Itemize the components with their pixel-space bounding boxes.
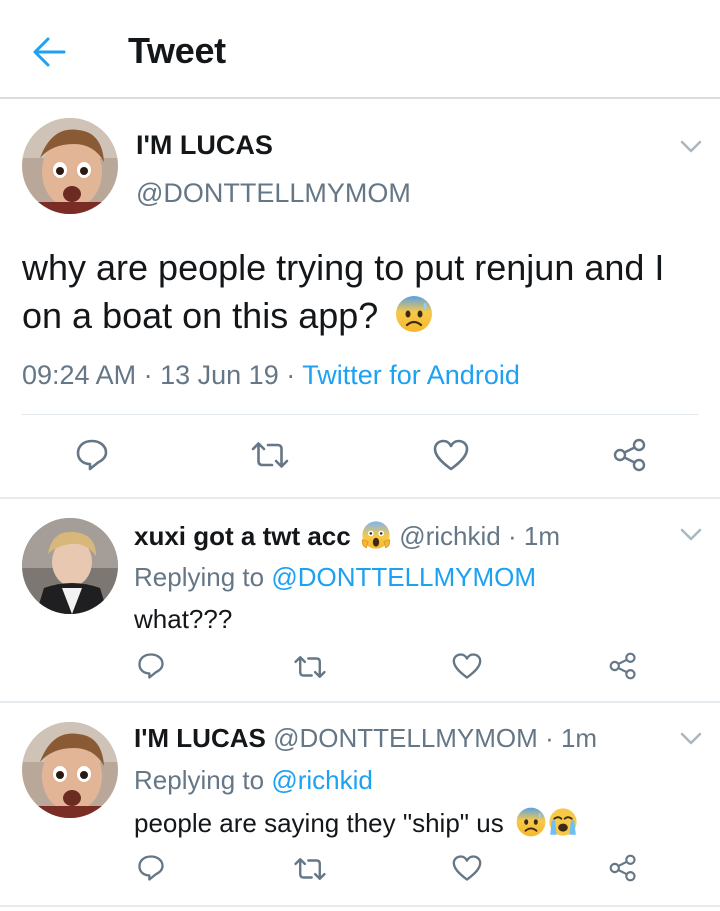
anxious-face-emoji-icon — [515, 806, 547, 845]
reply-age: 1m — [523, 521, 560, 551]
heart-icon — [452, 855, 482, 881]
author-name[interactable]: I'M LUCAS — [136, 130, 273, 161]
chevron-down-icon — [680, 140, 702, 153]
reply-button[interactable] — [136, 854, 166, 882]
reply-icon — [138, 855, 164, 881]
reply-author-name[interactable]: xuxi got a twt acc — [134, 521, 351, 551]
tweet-time: 09:24 AM — [22, 360, 137, 390]
avatar-image — [22, 722, 118, 818]
reply-icon — [76, 439, 108, 471]
like-button[interactable] — [432, 438, 470, 472]
tweet-menu-button[interactable] — [680, 140, 702, 154]
replying-to: Replying to @richkid — [134, 765, 373, 796]
screaming-face-emoji-icon — [360, 519, 392, 558]
meta-separator: · — [507, 521, 517, 551]
divider — [22, 414, 698, 415]
tweet-client-link[interactable]: Twitter for Android — [302, 360, 520, 390]
share-icon — [609, 854, 636, 882]
avatar-image — [22, 118, 118, 214]
retweet-icon — [294, 656, 326, 678]
top-bar: Tweet — [0, 0, 720, 99]
share-button[interactable] — [608, 652, 638, 680]
share-icon — [613, 438, 646, 472]
reply-avatar[interactable] — [22, 518, 118, 614]
retweet-button[interactable] — [293, 654, 327, 680]
reply-author-handle[interactable]: @DONTTELLMYMOM — [273, 723, 538, 753]
retweet-icon — [251, 442, 289, 468]
reply-text: what??? — [134, 604, 233, 634]
reply-button[interactable] — [136, 652, 166, 680]
like-button[interactable] — [451, 854, 483, 882]
tweet-meta: 09:24 AM · 13 Jun 19 · Twitter for Andro… — [22, 360, 520, 391]
crying-face-emoji-icon — [547, 806, 579, 845]
replying-to-label: Replying to — [134, 562, 265, 592]
reply-icon — [138, 653, 164, 679]
avatar-image — [22, 518, 118, 614]
tweet-text-content: why are people trying to put renjun and … — [22, 247, 665, 336]
reply-header: I'M LUCAS @DONTTELLMYMOM · 1m — [134, 723, 597, 754]
section-divider — [0, 497, 720, 499]
share-button[interactable] — [612, 438, 648, 472]
reply-age: 1m — [560, 723, 598, 753]
replying-to-handle[interactable]: @DONTTELLMYMOM — [271, 562, 536, 592]
replying-to-label: Replying to — [134, 765, 265, 795]
chevron-down-icon — [680, 732, 702, 745]
reply-menu-button[interactable] — [680, 528, 702, 542]
reply-button[interactable] — [74, 438, 110, 472]
replying-to: Replying to @DONTTELLMYMOM — [134, 562, 536, 593]
reply-menu-button[interactable] — [680, 732, 702, 746]
heart-icon — [452, 653, 482, 679]
reply-author-handle[interactable]: @richkid — [399, 521, 501, 551]
avatar[interactable] — [22, 118, 118, 214]
page-title: Tweet — [128, 30, 226, 71]
reply-avatar[interactable] — [22, 722, 118, 818]
section-divider — [0, 905, 720, 907]
share-button[interactable] — [608, 854, 638, 882]
reply-header: xuxi got a twt acc @richkid · 1m — [134, 519, 560, 558]
retweet-button[interactable] — [293, 856, 327, 882]
share-icon — [609, 652, 636, 680]
section-divider — [0, 701, 720, 703]
back-arrow-icon — [33, 37, 66, 67]
reply-text-content: people are saying they "ship" us — [134, 808, 504, 838]
heart-icon — [433, 439, 469, 471]
replying-to-handle[interactable]: @richkid — [271, 765, 373, 795]
tweet-date: 13 Jun 19 — [160, 360, 279, 390]
meta-separator: · — [143, 360, 153, 390]
anxious-face-emoji-icon — [394, 294, 434, 346]
meta-separator: · — [286, 360, 296, 390]
meta-separator: · — [545, 723, 554, 753]
retweet-button[interactable] — [250, 440, 290, 470]
back-button[interactable] — [28, 34, 68, 70]
retweet-icon — [294, 858, 326, 880]
tweet-text: why are people trying to put renjun and … — [22, 244, 702, 346]
author-handle[interactable]: @DONTTELLMYMOM — [136, 178, 411, 209]
reply-text: people are saying they "ship" us — [134, 806, 579, 845]
chevron-down-icon — [680, 528, 702, 541]
like-button[interactable] — [451, 652, 483, 680]
reply-author-name[interactable]: I'M LUCAS — [134, 723, 266, 753]
